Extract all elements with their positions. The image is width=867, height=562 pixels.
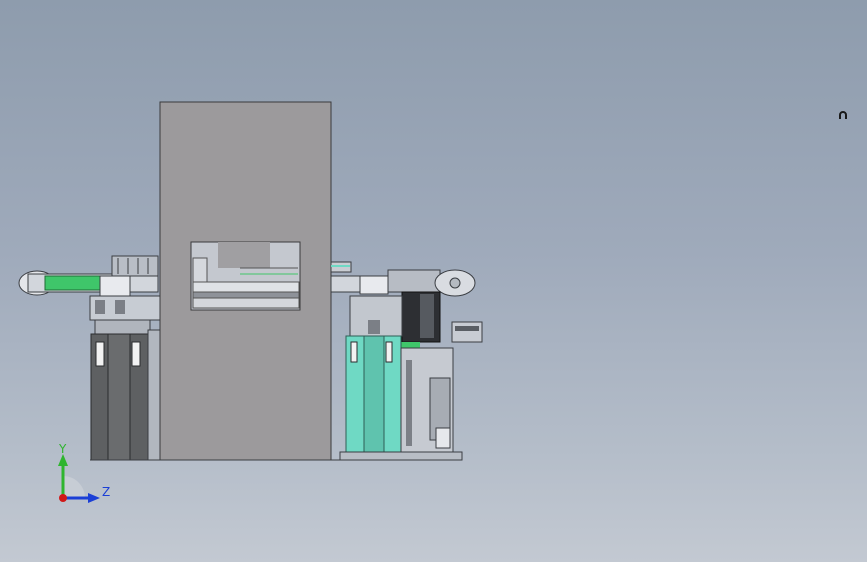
left-conveyor-assembly: [18, 255, 161, 335]
y-axis-label: Y: [59, 442, 67, 456]
right-cylinder-pack: [339, 335, 463, 461]
z-axis-label: Z: [102, 485, 111, 499]
triad-plane: [63, 476, 85, 498]
main-enclosure[interactable]: [159, 101, 332, 461]
origin-icon: [59, 494, 67, 502]
machine-model[interactable]: [0, 0, 867, 562]
z-axis-arrow-icon: [88, 493, 100, 503]
graphics-viewport[interactable]: Y Z: [0, 0, 867, 562]
rotate-cursor-icon: [839, 111, 847, 119]
right-conveyor-assembly: [330, 261, 483, 348]
